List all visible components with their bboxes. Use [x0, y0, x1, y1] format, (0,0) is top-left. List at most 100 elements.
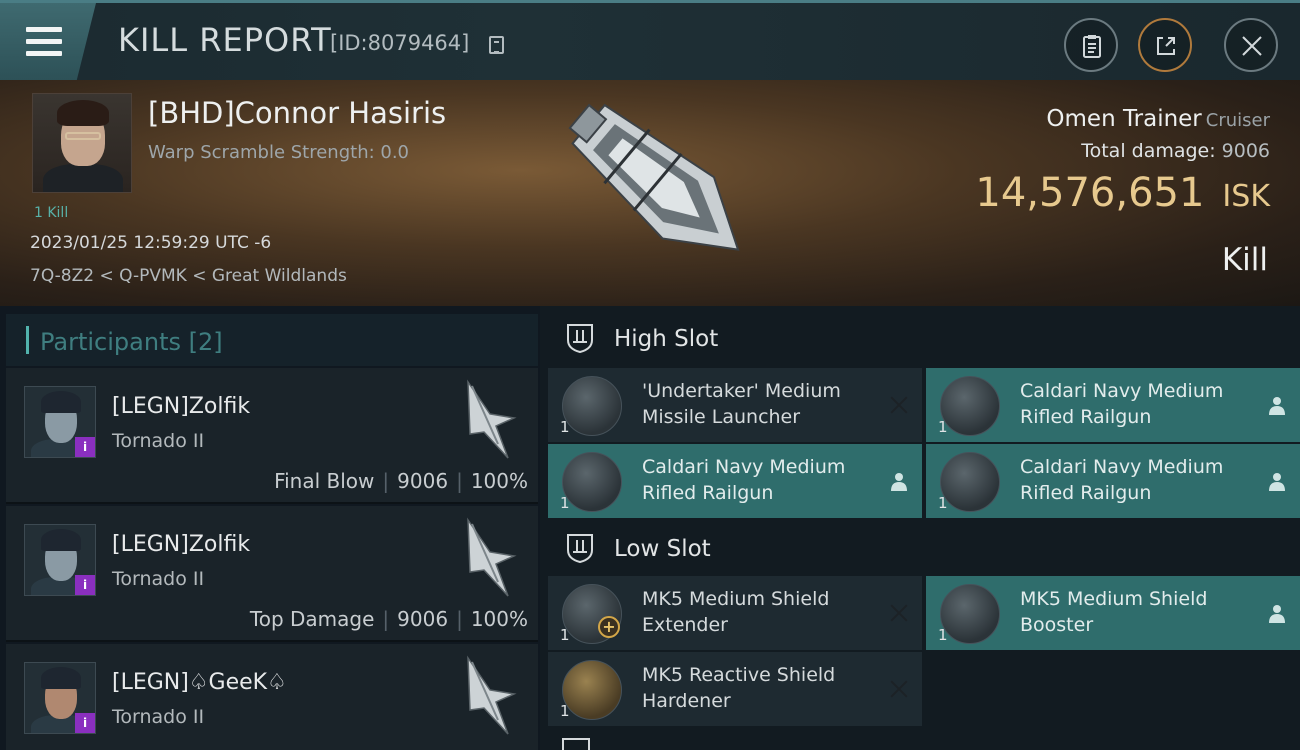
module-item[interactable]: 1 Caldari Navy Medium Rifled Railgun — [548, 444, 922, 518]
module-name-line1: MK5 Medium Shield — [642, 588, 830, 610]
participant-stats: Top Damage | 9006 | 100% — [249, 607, 528, 631]
participant-row[interactable]: i [LEGN]♤GeeK♤ Tornado II — [6, 644, 538, 750]
ship-type: Omen Trainer Cruiser — [1046, 106, 1270, 132]
portrait-body — [43, 164, 123, 192]
low-slot-icon — [567, 534, 593, 564]
participant-ship: Tornado II — [112, 430, 205, 452]
kill-datetime: 2023/01/25 12:59:29 UTC -6 — [30, 233, 272, 253]
copy-icon[interactable] — [489, 36, 504, 54]
avatar[interactable]: i — [24, 386, 96, 458]
person-icon — [1269, 473, 1285, 491]
close-icon — [1242, 36, 1262, 56]
report-id: [ID:8079464] — [330, 31, 470, 55]
total-damage-label: Total damage: — [1081, 140, 1216, 162]
mid-slot-icon — [562, 738, 590, 750]
ship-class: Cruiser — [1205, 110, 1270, 131]
avatar-hair — [41, 667, 81, 689]
avatar[interactable]: i — [24, 524, 96, 596]
module-name: Caldari Navy Medium Rifled Railgun — [1020, 378, 1260, 430]
module-name-line2: Rifled Railgun — [642, 482, 774, 504]
module-qty: 1 — [560, 626, 570, 644]
victim-portrait[interactable] — [32, 93, 132, 193]
warp-scramble-strength: Warp Scramble Strength: 0.0 — [148, 142, 410, 163]
module-qty: 1 — [560, 418, 570, 436]
victim-name[interactable]: [BHD]Connor Hasiris — [148, 96, 446, 130]
participant-ship-icon — [467, 517, 517, 597]
close-button[interactable] — [1224, 18, 1278, 72]
share-button[interactable] — [1138, 18, 1192, 72]
destroyed-icon — [888, 678, 910, 700]
participant-percent: 100% — [470, 607, 528, 631]
info-badge-icon: i — [75, 713, 95, 733]
plus-icon: + — [598, 616, 620, 638]
person-icon — [891, 473, 907, 491]
module-qty: 1 — [560, 494, 570, 512]
participant-damage: 9006 — [397, 469, 449, 493]
isk-unit: ISK — [1222, 179, 1270, 214]
clipboard-icon — [1083, 35, 1101, 58]
railgun-icon — [940, 376, 1000, 436]
shield-hardener-icon — [562, 660, 622, 720]
low-slot-header: Low Slot — [548, 518, 1300, 578]
info-badge-icon: i — [75, 437, 95, 457]
module-name-line1: Caldari Navy Medium — [1020, 456, 1224, 478]
high-slot-icon — [567, 324, 593, 354]
hamburger-icon-bar — [26, 51, 62, 56]
module-qty: 1 — [560, 702, 570, 720]
high-slot-label: High Slot — [614, 326, 719, 352]
ship-name[interactable]: Omen Trainer — [1046, 106, 1201, 132]
module-name-line1: Caldari Navy Medium — [1020, 380, 1224, 402]
module-item[interactable]: 1 MK5 Medium Shield Booster — [926, 576, 1300, 650]
isk-amount: 14,576,651 — [975, 170, 1205, 216]
clipboard-button[interactable] — [1064, 18, 1118, 72]
module-item[interactable]: + 1 MK5 Medium Shield Extender — [548, 576, 922, 650]
module-name-line2: Rifled Railgun — [1020, 482, 1152, 504]
module-name-line1: MK5 Reactive Shield — [642, 664, 836, 686]
hamburger-icon-bar — [26, 39, 62, 44]
module-item[interactable]: 1 Caldari Navy Medium Rifled Railgun — [926, 368, 1300, 442]
module-name: Caldari Navy Medium Rifled Railgun — [642, 454, 882, 506]
module-name-line2: Rifled Railgun — [1020, 406, 1152, 428]
participant-row[interactable]: i [LEGN]Zolfik Tornado II Top Damage | 900… — [6, 506, 538, 642]
fitting-panel: High Slot 1 'Undertaker' Medium Missile … — [540, 306, 1300, 750]
participant-ship: Tornado II — [112, 568, 205, 590]
participants-header: Participants [2] — [6, 314, 538, 366]
participant-name[interactable]: [LEGN]Zolfik — [112, 394, 250, 419]
victim-ship-image[interactable] — [540, 88, 770, 298]
portrait-hair — [57, 100, 109, 126]
participant-name[interactable]: [LEGN]♤GeeK♤ — [112, 670, 287, 695]
info-badge-icon: i — [75, 575, 95, 595]
participant-ship-icon — [467, 379, 517, 459]
module-name-line1: 'Undertaker' Medium — [642, 380, 841, 402]
participant-ship-icon — [467, 655, 517, 735]
participants-count: [2] — [188, 328, 223, 356]
participants-panel: Participants [2] i [LEGN]Zolfik Tornado … — [0, 306, 540, 750]
module-name: 'Undertaker' Medium Missile Launcher — [642, 378, 882, 430]
participant-name[interactable]: [LEGN]Zolfik — [112, 532, 250, 557]
module-item[interactable]: 1 Caldari Navy Medium Rifled Railgun — [926, 444, 1300, 518]
module-name-line1: Caldari Navy Medium — [642, 456, 846, 478]
report-result: Kill — [1221, 242, 1268, 278]
module-name-line2: Missile Launcher — [642, 406, 801, 428]
header-accent — [26, 326, 29, 354]
participant-percent: 100% — [470, 469, 528, 493]
module-item[interactable]: 1 MK5 Reactive Shield Hardener — [548, 652, 922, 726]
module-name-line1: MK5 Medium Shield — [1020, 588, 1208, 610]
avatar[interactable]: i — [24, 662, 96, 734]
module-item[interactable]: 1 'Undertaker' Medium Missile Launcher — [548, 368, 922, 442]
participants-title: Participants [2] — [40, 328, 223, 356]
module-qty: 1 — [938, 626, 948, 644]
portrait-glasses — [65, 132, 101, 140]
module-name: MK5 Medium Shield Extender — [642, 586, 882, 638]
page-title: KILL REPORT — [118, 21, 332, 59]
avatar-hair — [41, 529, 81, 551]
module-name: MK5 Reactive Shield Hardener — [642, 662, 882, 714]
kill-location: 7Q-8Z2 < Q-PVMK < Great Wildlands — [30, 266, 347, 286]
victim-banner: [BHD]Connor Hasiris Warp Scramble Streng… — [0, 80, 1300, 306]
participant-ship: Tornado II — [112, 706, 205, 728]
participant-row[interactable]: i [LEGN]Zolfik Tornado II Final Blow | 900… — [6, 368, 538, 504]
module-name-line2: Booster — [1020, 614, 1094, 636]
module-name: Caldari Navy Medium Rifled Railgun — [1020, 454, 1260, 506]
module-qty: 1 — [938, 418, 948, 436]
menu-button[interactable] — [0, 3, 96, 80]
